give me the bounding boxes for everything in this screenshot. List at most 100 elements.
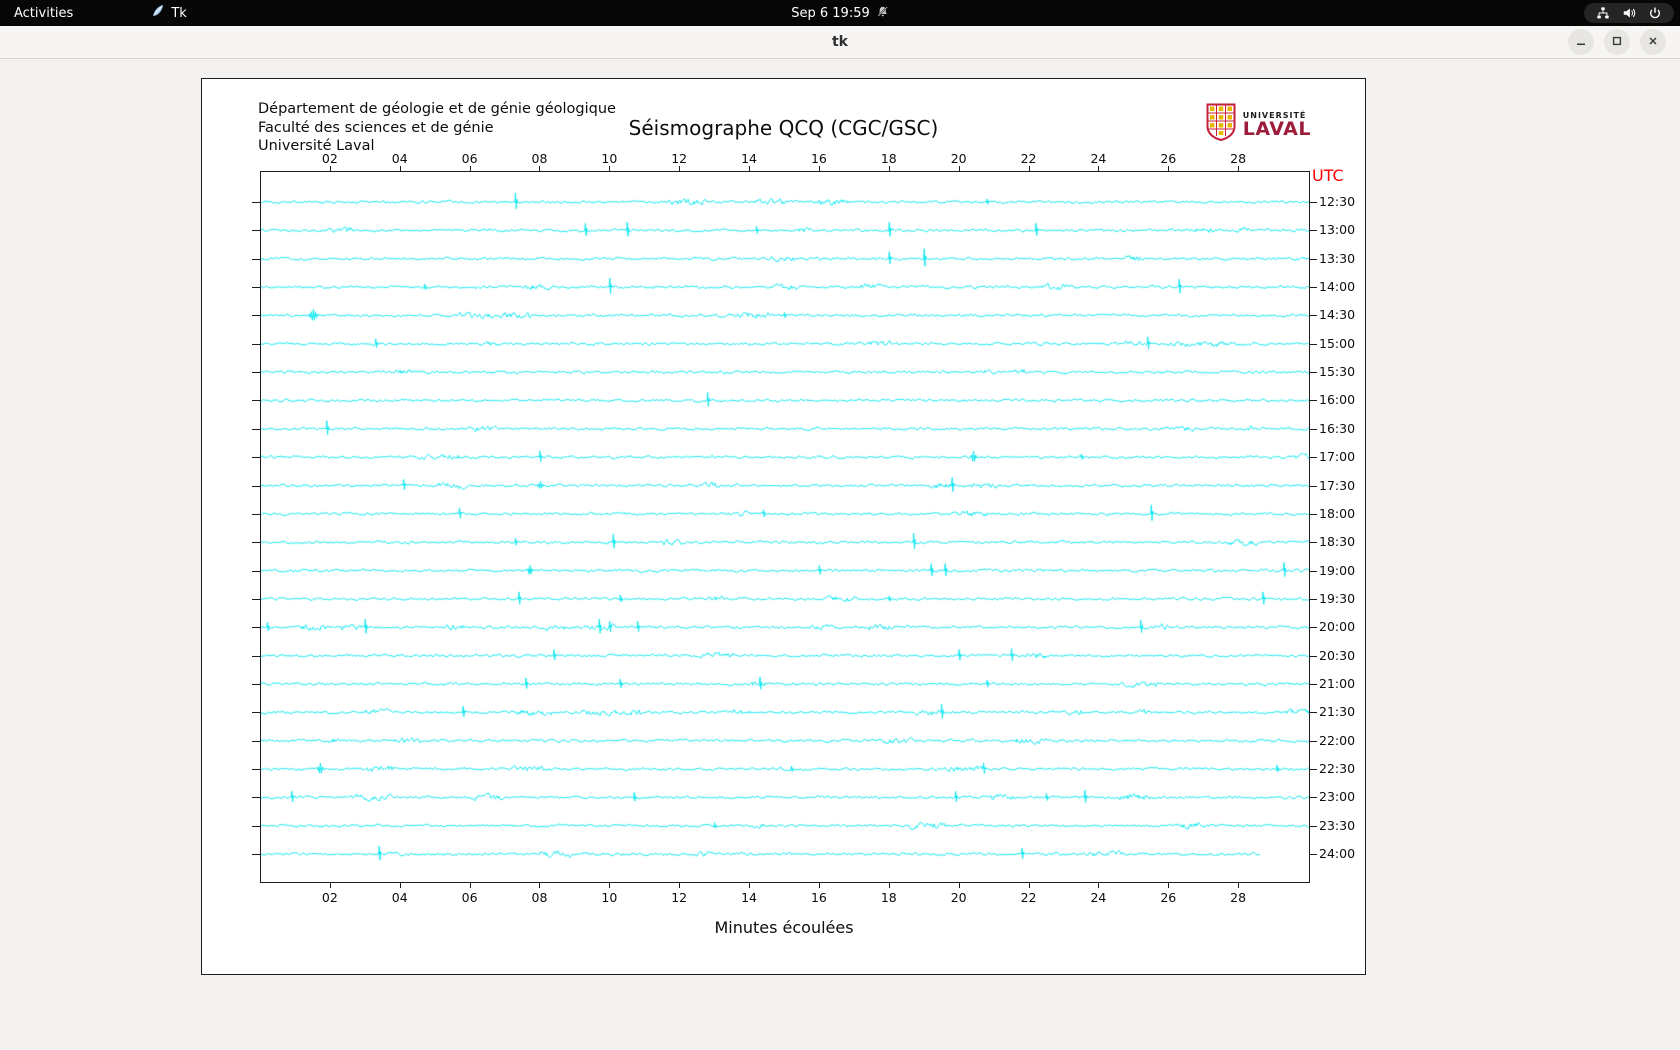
x-tick-label-bottom: 20 xyxy=(950,890,967,905)
row-tick-left xyxy=(252,372,260,374)
row-tick-left xyxy=(252,513,260,515)
x-tick-mark-bottom xyxy=(1028,883,1030,888)
row-time-label: 16:00 xyxy=(1319,392,1356,408)
system-tray-button[interactable] xyxy=(1584,3,1674,23)
x-tick-label-top: 26 xyxy=(1160,151,1177,166)
row-tick-left xyxy=(252,315,260,317)
row-tick-left xyxy=(252,230,260,232)
x-tick-mark-bottom xyxy=(399,883,401,888)
top-bar-center: Sep 6 19:59 xyxy=(781,0,899,26)
x-tick-mark-top xyxy=(1238,166,1240,171)
notifications-muted-icon xyxy=(876,5,889,22)
volume-icon xyxy=(1622,6,1636,20)
window-controls xyxy=(1568,29,1666,55)
x-tick-label-bottom: 26 xyxy=(1160,890,1177,905)
x-tick-label-bottom: 28 xyxy=(1230,890,1247,905)
x-tick-mark-top xyxy=(1168,166,1170,171)
row-tick-right xyxy=(1310,400,1317,402)
x-tick-label-top: 22 xyxy=(1020,151,1037,166)
row-tick-left xyxy=(252,400,260,402)
x-tick-mark-bottom xyxy=(818,883,820,888)
x-tick-mark-bottom xyxy=(679,883,681,888)
row-time-label: 14:00 xyxy=(1319,279,1356,295)
laval-logo: UNIVERSITÉ LAVAL xyxy=(1206,103,1311,145)
x-tick-label-top: 28 xyxy=(1230,151,1247,166)
row-tick-right xyxy=(1310,570,1317,572)
restore-button[interactable] xyxy=(1604,29,1630,55)
row-tick-right xyxy=(1310,854,1317,856)
row-tick-left xyxy=(252,570,260,572)
focused-app-name: Tk xyxy=(171,5,187,21)
x-tick-label-bottom: 02 xyxy=(321,890,338,905)
row-tick-right xyxy=(1310,343,1317,345)
x-tick-mark-top xyxy=(888,166,890,171)
seismogram-canvas xyxy=(261,172,1309,882)
x-tick-label-top: 18 xyxy=(880,151,897,166)
restore-icon xyxy=(1610,34,1624,51)
minimize-button[interactable] xyxy=(1568,29,1594,55)
clock-button[interactable]: Sep 6 19:59 xyxy=(781,0,899,26)
row-time-label: 13:00 xyxy=(1319,222,1356,238)
x-tick-label-top: 24 xyxy=(1090,151,1107,166)
row-time-label: 24:00 xyxy=(1319,846,1356,862)
close-button[interactable] xyxy=(1640,29,1666,55)
row-time-label: 17:00 xyxy=(1319,449,1356,465)
x-tick-label-bottom: 16 xyxy=(810,890,827,905)
row-tick-left xyxy=(252,627,260,629)
x-axis-title: Minutes écoulées xyxy=(714,918,854,937)
x-tick-mark-bottom xyxy=(1168,883,1170,888)
row-tick-right xyxy=(1310,542,1317,544)
row-tick-left xyxy=(252,797,260,799)
row-tick-right xyxy=(1310,769,1317,770)
row-tick-right xyxy=(1310,287,1317,289)
row-tick-right xyxy=(1310,627,1317,629)
row-tick-left xyxy=(252,712,260,714)
row-tick-left xyxy=(252,683,260,685)
row-time-label: 18:30 xyxy=(1319,534,1356,550)
x-tick-label-bottom: 24 xyxy=(1090,890,1107,905)
x-tick-label-bottom: 22 xyxy=(1020,890,1037,905)
row-time-label: 18:00 xyxy=(1319,505,1356,521)
x-tick-label-bottom: 18 xyxy=(880,890,897,905)
row-time-label: 15:30 xyxy=(1319,364,1356,380)
x-tick-label-top: 14 xyxy=(741,151,758,166)
row-time-label: 23:30 xyxy=(1319,817,1356,833)
x-tick-label-top: 08 xyxy=(531,151,548,166)
x-tick-label-top: 02 xyxy=(321,151,338,166)
seismograph-page: Département de géologie et de génie géol… xyxy=(201,78,1366,975)
x-tick-label-bottom: 14 xyxy=(741,890,758,905)
gnome-top-bar: Activities Tk Sep 6 19:59 xyxy=(0,0,1680,26)
activities-button[interactable]: Activities xyxy=(4,0,83,26)
row-time-label: 14:30 xyxy=(1319,307,1356,323)
x-tick-mark-top xyxy=(1098,166,1100,171)
row-tick-left xyxy=(252,740,260,742)
row-tick-left xyxy=(252,485,260,487)
x-tick-label-bottom: 10 xyxy=(601,890,618,905)
focused-app-indicator[interactable]: Tk xyxy=(141,0,196,26)
row-tick-right xyxy=(1310,712,1317,714)
row-tick-right xyxy=(1310,740,1317,742)
row-time-label: 19:30 xyxy=(1319,590,1356,606)
x-tick-mark-bottom xyxy=(1098,883,1100,888)
row-time-label: 21:30 xyxy=(1319,704,1356,720)
row-time-label: 12:30 xyxy=(1319,194,1356,209)
row-tick-right xyxy=(1310,683,1317,685)
row-tick-right xyxy=(1310,485,1317,487)
x-tick-label-bottom: 08 xyxy=(531,890,548,905)
x-tick-mark-top xyxy=(749,166,751,171)
row-time-label: 22:00 xyxy=(1319,732,1356,748)
page-title: Séismographe QCQ (CGC/GSC) xyxy=(628,116,939,140)
x-tick-label-top: 20 xyxy=(950,151,967,166)
row-tick-right xyxy=(1310,457,1317,459)
row-tick-left xyxy=(252,598,260,600)
window-titlebar[interactable]: tk xyxy=(0,26,1680,59)
row-tick-right xyxy=(1310,230,1317,232)
x-tick-mark-top xyxy=(818,166,820,171)
x-tick-label-bottom: 04 xyxy=(391,890,408,905)
window-title: tk xyxy=(831,34,848,50)
row-time-label: 23:00 xyxy=(1319,789,1356,805)
row-time-label: 17:30 xyxy=(1319,477,1356,493)
row-time-label: 16:30 xyxy=(1319,420,1356,436)
power-icon xyxy=(1648,6,1662,20)
row-time-label: 15:00 xyxy=(1319,335,1356,351)
